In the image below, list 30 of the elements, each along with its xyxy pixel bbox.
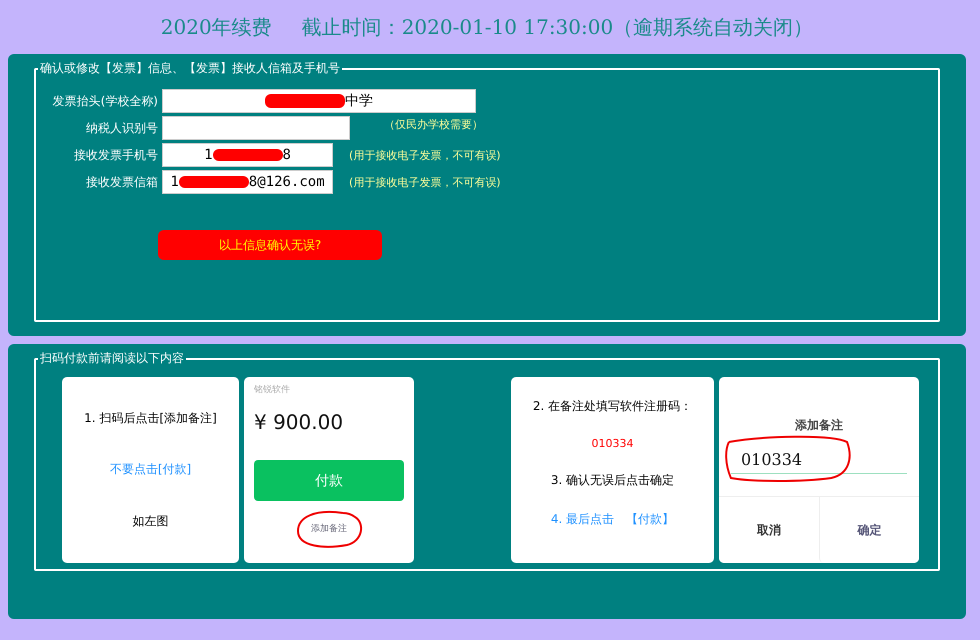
instruction-text: 4. 最后点击 【付款】 xyxy=(550,511,674,528)
text-field[interactable] xyxy=(162,116,350,140)
redaction-mark xyxy=(178,176,249,188)
payment-amount: ¥ 900.00 xyxy=(254,410,344,434)
merchant-name: 铭锐软件 xyxy=(254,384,291,396)
instruction-text: 010334 xyxy=(592,437,634,450)
text-field[interactable]: 中学 xyxy=(162,89,476,113)
confirm-button[interactable]: 以上信息确认无误? xyxy=(158,230,382,260)
renewal-year-title: 2020年续费 xyxy=(160,14,272,40)
section-legend: 扫码付款前请阅读以下内容 xyxy=(38,350,186,367)
field-label: 纳税人识别号 xyxy=(85,120,158,136)
instruction-text: 如左图 xyxy=(132,512,168,530)
field-label: 发票抬头(学校全称) xyxy=(52,92,158,110)
text-field[interactable]: 1 8 xyxy=(162,143,333,167)
redaction-mark xyxy=(212,149,282,161)
instruction-text: 2. 在备注处填写软件注册码： xyxy=(532,398,692,415)
instruction-text: 不要点击[付款] xyxy=(110,461,192,478)
field-label: 接收发票手机号 xyxy=(73,146,158,164)
field-hint: (用于接收电子发票，不可有误) xyxy=(349,148,501,162)
field-hint: (用于接收电子发票，不可有误) xyxy=(349,174,501,190)
instruction-text: 1. 扫码后点击[添加备注] xyxy=(84,410,217,428)
section-legend: 确认或修改【发票】信息、【发票】接收人信箱及手机号 xyxy=(38,60,342,77)
field-hint: （仅民办学校需要） xyxy=(384,116,483,132)
note-input[interactable]: 010334 xyxy=(731,446,907,474)
text-field[interactable]: 1 8@126.com xyxy=(162,170,333,194)
confirm-button[interactable]: 确定 xyxy=(818,497,919,563)
deadline-text: 截止时间：2020-01-10 17:30:00（逾期系统自动关闭） xyxy=(302,14,814,40)
field-label: 接收发票信箱 xyxy=(85,174,158,190)
dialog-title: 添加备注 xyxy=(795,417,843,434)
instruction-text: 3. 确认无误后点击确定 xyxy=(550,472,674,489)
